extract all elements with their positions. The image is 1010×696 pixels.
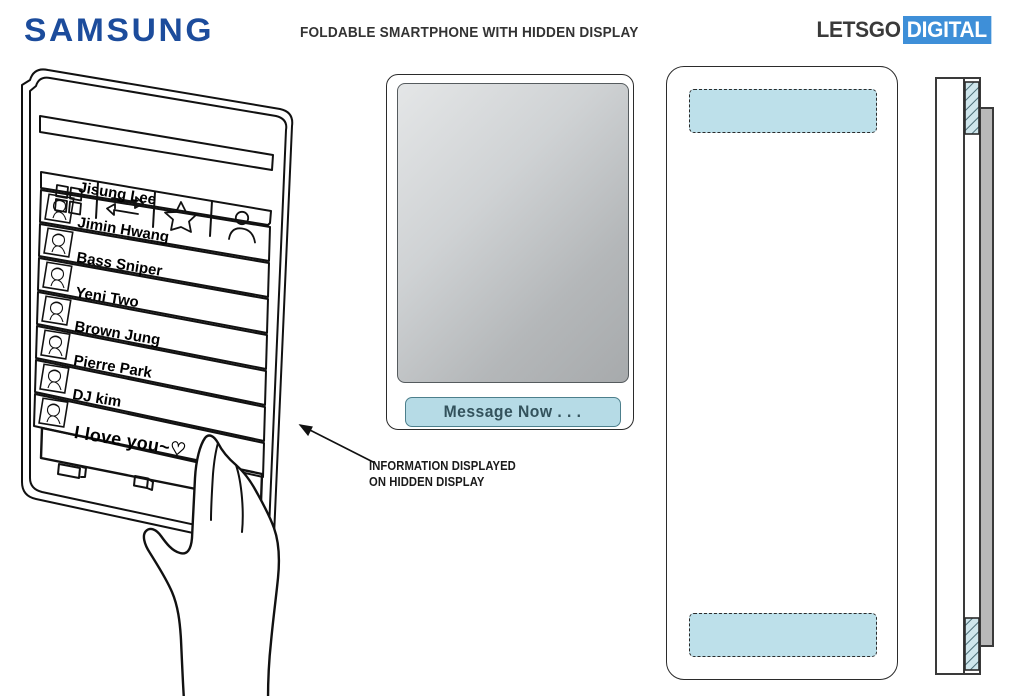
tab-separator-2: [152, 191, 156, 228]
message-now-bar[interactable]: Message Now . . .: [405, 397, 621, 427]
contact-row: [38, 223, 270, 298]
logo-digital-text: DIGITAL: [902, 16, 992, 44]
contact-row: [35, 325, 267, 406]
hidden-display-screen: [397, 83, 629, 383]
contact-row: [37, 257, 269, 334]
avatar: [40, 329, 71, 360]
contact-row: [36, 291, 268, 370]
annotation-line-2: ON HIDDEN DISPLAY: [369, 475, 485, 489]
hidden-display-body: Message Now . . .: [386, 74, 634, 430]
side-view-drawing: [935, 77, 994, 675]
avatar: [42, 261, 73, 292]
page-title: FOLDABLE SMARTPHONE WITH HIDDEN DISPLAY: [300, 25, 639, 41]
star-icon[interactable]: [164, 201, 198, 233]
avatar: [39, 363, 70, 394]
hidden-display-zone-bottom: [689, 613, 877, 657]
figure-front-view: [666, 66, 906, 686]
hidden-display-layer-top: [964, 81, 980, 135]
hidden-display-zone-top: [689, 89, 877, 133]
annotation-line-1: INFORMATION DISPLAYED: [369, 459, 516, 473]
side-panel-inner: [963, 77, 981, 675]
phone-drawing: [21, 68, 294, 696]
avatar: [43, 227, 74, 258]
phone-inner-bezel: [29, 76, 288, 540]
samsung-logo: SAMSUNG: [24, 12, 215, 48]
pointing-hand-icon: [142, 434, 281, 696]
front-view-body: [666, 66, 898, 680]
side-panel-fold-flap: [979, 107, 994, 647]
avatar: [38, 397, 69, 428]
patent-illustration-page: SAMSUNG FOLDABLE SMARTPHONE WITH HIDDEN …: [0, 0, 1010, 696]
hidden-display-layer-bottom: [964, 617, 980, 671]
figure-hidden-display-detail: Message Now . . .: [380, 70, 640, 440]
letsgodigital-logo: LETSGO DIGITAL: [812, 16, 996, 44]
side-panel-left: [935, 77, 965, 675]
leader-arrowhead: [298, 424, 313, 437]
message-now-label: Message Now . . .: [444, 402, 582, 421]
phone-status-strip: [39, 115, 274, 171]
recents-icon[interactable]: [57, 463, 87, 479]
avatar: [41, 295, 72, 326]
figure-foldable-phone: Jisung Lee Jimin Hwang Bass Sniper Yeni …: [0, 50, 340, 696]
logo-letsgo-text: LETSGO: [816, 17, 902, 42]
annotation-text: INFORMATION DISPLAYED ON HIDDEN DISPLAY: [369, 458, 516, 490]
figure-side-cross-section: [930, 66, 1000, 686]
person-icon[interactable]: [228, 210, 256, 244]
